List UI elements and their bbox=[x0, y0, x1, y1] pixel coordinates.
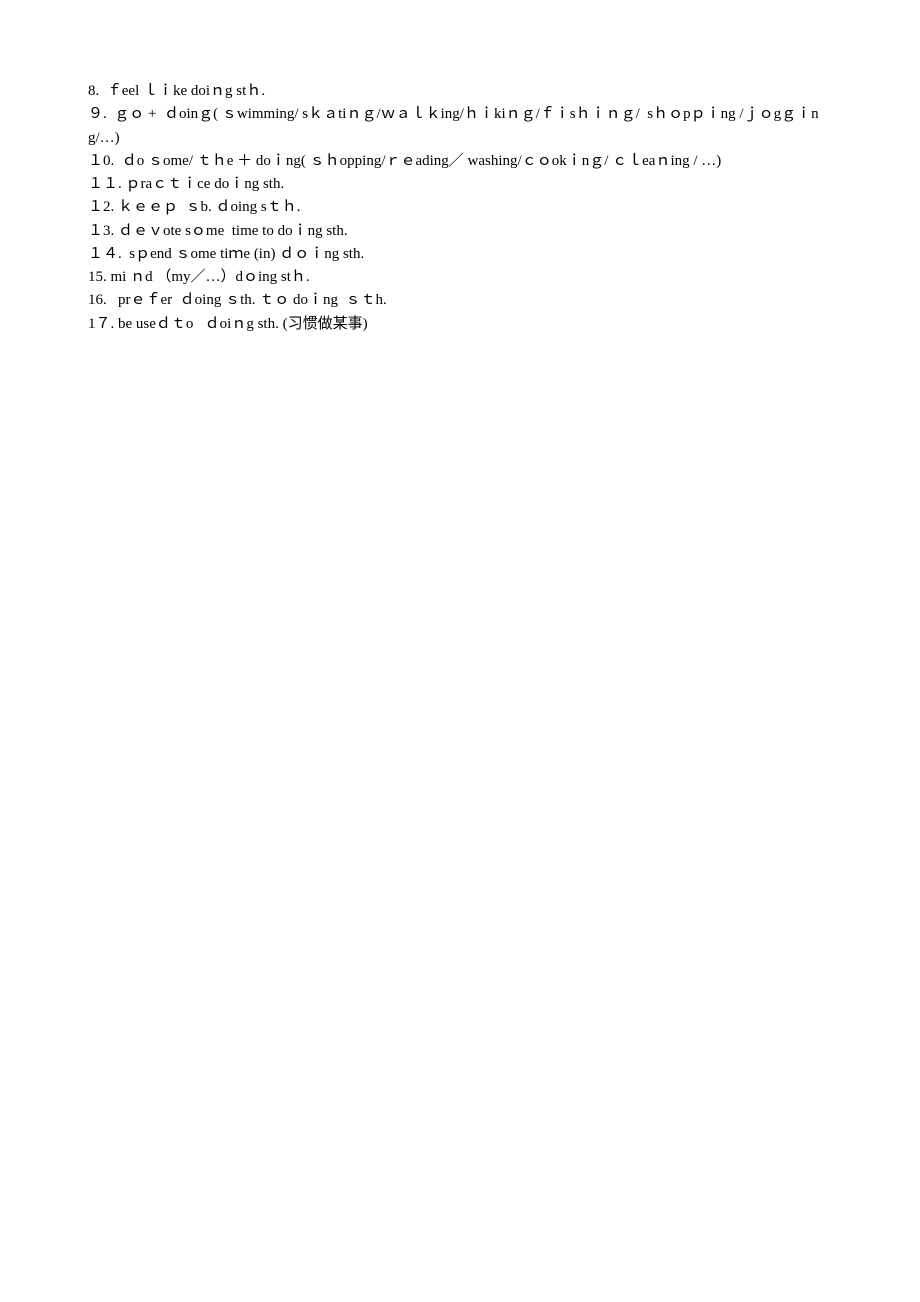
list-item: １0. ｄo ｓome/ ｔｈe ＋ doｉng( ｓｈopping/ｒｅadi… bbox=[88, 150, 850, 173]
list-item: ９. ｇｏ + ｄoinｇ( ｓwimming/ sｋａtiｎｇ/ｗａｌｋing… bbox=[88, 103, 850, 150]
list-item: 8. ｆeel ｌｉke doiｎg stｈ. bbox=[88, 80, 850, 103]
list-item: １４. sｐend ｓome tiｍe (in) ｄｏｉng sth. bbox=[88, 243, 850, 266]
document-content: 8. ｆeel ｌｉke doiｎg stｈ. ９. ｇｏ + ｄoinｇ( ｓ… bbox=[88, 80, 850, 336]
list-item: １2. ｋｅｅｐ ｓb. ｄoing sｔｈ. bbox=[88, 196, 850, 219]
list-item: 1７. be useｄｔo ｄoiｎg sth. (习惯做某事) bbox=[88, 313, 850, 336]
list-item: 16. prｅｆer ｄoing ｓth. ｔｏ doｉng ｓｔh. bbox=[88, 289, 850, 312]
list-item: １3. ｄｅｖote sｏme time to doｉng sth. bbox=[88, 220, 850, 243]
list-item: 15. mi ｎd （my／…）dｏing stｈ. bbox=[88, 266, 850, 289]
list-item: １１. ｐraｃｔｉce doｉng sth. bbox=[88, 173, 850, 196]
